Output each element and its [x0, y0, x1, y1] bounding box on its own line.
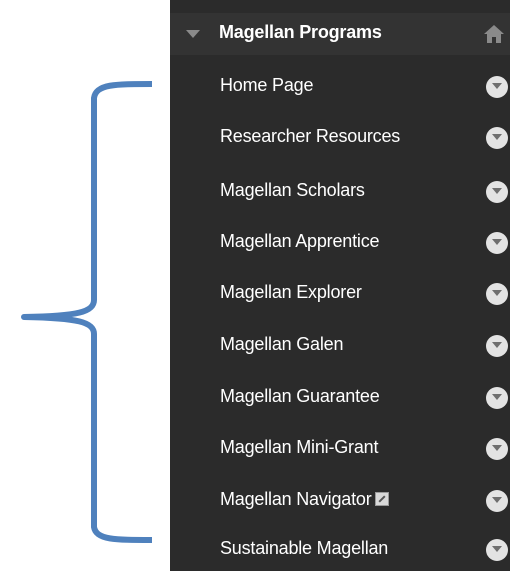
- options-dropdown-icon[interactable]: [486, 283, 508, 305]
- menu-item-label[interactable]: Magellan Scholars: [220, 180, 365, 201]
- menu-item-magellan-guarantee[interactable]: Magellan Guarantee: [170, 377, 510, 417]
- menu-item-home-page[interactable]: Home Page: [170, 66, 510, 106]
- options-dropdown-icon[interactable]: [486, 127, 508, 149]
- options-dropdown-icon[interactable]: [486, 76, 508, 98]
- menu-item-label[interactable]: Magellan Navigator: [220, 489, 372, 509]
- options-dropdown-icon[interactable]: [486, 232, 508, 254]
- screenshot-stage: Magellan Programs Home Page Researcher R…: [0, 0, 510, 571]
- menu-item-label[interactable]: Sustainable Magellan: [220, 538, 388, 559]
- menu-item-label[interactable]: Magellan Apprentice: [220, 231, 380, 252]
- course-menu-panel: Magellan Programs Home Page Researcher R…: [170, 0, 510, 571]
- options-dropdown-icon[interactable]: [486, 438, 508, 460]
- options-dropdown-icon[interactable]: [486, 490, 508, 512]
- options-dropdown-icon[interactable]: [486, 335, 508, 357]
- menu-item-magellan-mini-grant[interactable]: Magellan Mini-Grant: [170, 428, 510, 468]
- menu-item-magellan-galen[interactable]: Magellan Galen: [170, 325, 510, 365]
- menu-title[interactable]: Magellan Programs: [219, 22, 382, 43]
- menu-item-label[interactable]: Magellan Mini-Grant: [220, 437, 378, 458]
- options-dropdown-icon[interactable]: [486, 387, 508, 409]
- chevron-down-icon[interactable]: [186, 30, 200, 38]
- external-link-icon: [375, 492, 390, 506]
- menu-item-label[interactable]: Magellan Guarantee: [220, 386, 380, 407]
- menu-item-magellan-scholars[interactable]: Magellan Scholars: [170, 171, 510, 211]
- options-dropdown-icon[interactable]: [486, 181, 508, 203]
- curly-brace-annotation: [21, 81, 153, 543]
- options-dropdown-icon[interactable]: [486, 539, 508, 561]
- menu-item-label-wrap[interactable]: Magellan Navigator: [220, 489, 390, 510]
- menu-item-label[interactable]: Researcher Resources: [220, 126, 400, 147]
- menu-item-magellan-explorer[interactable]: Magellan Explorer: [170, 273, 510, 313]
- menu-item-researcher-resources[interactable]: Researcher Resources: [170, 117, 510, 157]
- menu-item-sustainable-magellan[interactable]: Sustainable Magellan: [170, 529, 510, 569]
- menu-header[interactable]: Magellan Programs: [170, 13, 510, 55]
- menu-item-label[interactable]: Home Page: [220, 75, 313, 96]
- home-icon[interactable]: [483, 24, 505, 44]
- menu-item-magellan-navigator[interactable]: Magellan Navigator: [170, 480, 510, 520]
- menu-item-magellan-apprentice[interactable]: Magellan Apprentice: [170, 222, 510, 262]
- menu-item-label[interactable]: Magellan Explorer: [220, 282, 362, 303]
- menu-item-label[interactable]: Magellan Galen: [220, 334, 343, 355]
